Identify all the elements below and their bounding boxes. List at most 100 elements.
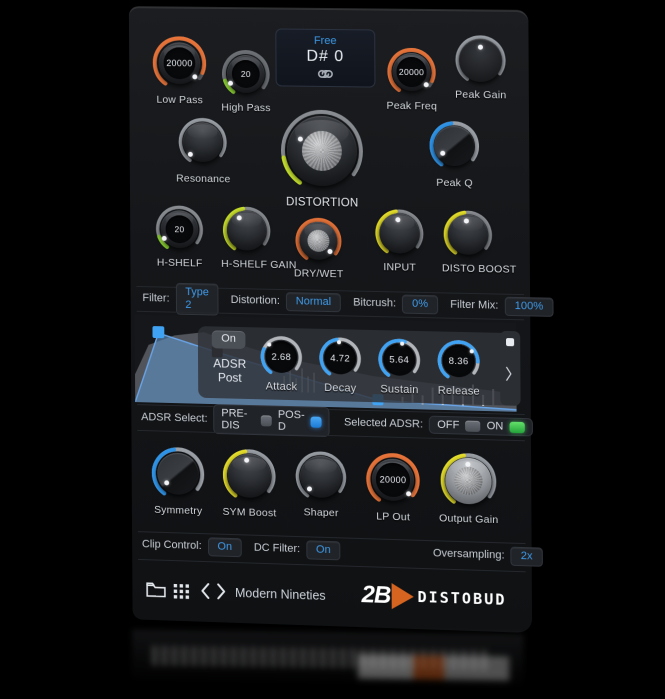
knob-sustain[interactable]: 5.64 Sustain (377, 337, 421, 396)
high-pass-label: High Pass (221, 101, 271, 115)
dc-filter-value[interactable]: On (305, 539, 341, 560)
chevron-right-icon[interactable]: 〉 (505, 363, 520, 385)
knob-release[interactable]: 8.36 Release (436, 338, 481, 398)
symmetry-pointer (164, 480, 170, 486)
filter-label: Filter: (142, 292, 170, 305)
adsr-strip-indicator (505, 338, 515, 347)
knob-decay[interactable]: 4.72 Decay (318, 336, 362, 395)
reflection-logo-blur (357, 654, 510, 681)
knob-peak-gain[interactable]: Peak Gain (453, 32, 509, 101)
knob-peak-freq[interactable]: 20000 Peak Freq (385, 46, 438, 113)
brand-2b-text: 2B (361, 581, 391, 610)
brand-triangle-icon (391, 583, 414, 610)
resonance-label: Resonance (176, 172, 231, 186)
note-display[interactable]: Free D# 0 (275, 28, 376, 88)
adsr-select-row: ADSR Select: PRE-DIS POS-D Selected ADSR… (141, 404, 533, 438)
knob-dry-wet[interactable]: DRY/WET (293, 215, 343, 280)
plugin-reflection (132, 629, 524, 698)
adsr-pos-d-toggle[interactable] (310, 416, 323, 428)
selected-adsr-group[interactable]: OFF ON (429, 415, 533, 437)
sym-boost-label: SYM Boost (222, 505, 277, 520)
selected-adsr-off-toggle[interactable] (465, 420, 481, 432)
knob-attack[interactable]: 2.68 Attack (259, 334, 303, 393)
selected-adsr-on-toggle[interactable] (509, 421, 525, 433)
dry-wet-pointer (327, 248, 333, 255)
knob-output-gain[interactable]: Output Gain (438, 450, 499, 526)
decay-pointer (337, 340, 342, 345)
bitcrush-value[interactable]: 0% (401, 294, 439, 314)
sustain-value: 5.64 (383, 343, 416, 377)
bitcrush-label: Bitcrush: (353, 296, 397, 310)
shaper-pointer (306, 486, 312, 492)
low-pass-label: Low Pass (156, 93, 203, 107)
brand-logo: 2B DISTOBUD (361, 581, 507, 614)
sustain-label: Sustain (380, 383, 419, 397)
adsr-pre-dis-toggle[interactable] (260, 414, 272, 427)
decay-value: 4.72 (324, 341, 357, 375)
folder-icon[interactable] (146, 581, 166, 604)
adsr-title-line2: Post (217, 370, 242, 385)
link-icon[interactable] (277, 66, 375, 86)
footer-bar: Modern Nineties 2B DISTOBUD (132, 573, 532, 626)
filter-mix-label: Filter Mix: (450, 298, 499, 312)
clip-control-value[interactable]: On (207, 536, 243, 557)
oversampling-value[interactable]: 2x (510, 546, 543, 567)
chevron-right-icon-next[interactable] (215, 582, 227, 605)
output-gain-pointer (465, 461, 471, 467)
knob-peak-q[interactable]: Peak Q (427, 118, 482, 189)
input-pointer (395, 217, 401, 223)
low-pass-pointer (192, 74, 198, 80)
preset-name[interactable]: Modern Nineties (235, 586, 326, 603)
high-pass-pointer (227, 80, 233, 86)
symmetry-label: Symmetry (154, 503, 203, 518)
sym-boost-pointer (244, 457, 250, 463)
clip-control-label: Clip Control: (141, 538, 202, 553)
adsr-expand-strip[interactable]: 〉 (499, 330, 521, 406)
sustain-pointer (400, 341, 405, 346)
decay-label: Decay (324, 381, 357, 395)
peak-freq-label: Peak Freq (386, 99, 438, 113)
adsr-on-toggle[interactable]: On (211, 330, 246, 350)
distortion-label: DISTORTION (286, 196, 359, 210)
oversampling-label: Oversampling: (432, 547, 505, 562)
knob-lp-out[interactable]: 20000 LP Out (364, 450, 423, 523)
adsr-pos-d-label: POS-D (277, 408, 305, 433)
h-shelf-gain-label: H-SHELF GAIN (221, 257, 297, 272)
knob-distortion[interactable]: DISTORTION (278, 106, 366, 210)
h-shelf-value: 20 (165, 215, 194, 244)
brand-product-text: DISTOBUD (417, 587, 507, 609)
knob-low-pass[interactable]: 20000 Low Pass (151, 34, 209, 106)
distortion-mode-value[interactable]: Normal (285, 291, 342, 312)
knob-symmetry[interactable]: Symmetry (149, 444, 207, 517)
knob-high-pass[interactable]: 20 High Pass (220, 48, 272, 114)
knob-h-shelf[interactable]: 20 H-SHELF (154, 203, 206, 269)
plugin-window: 20000 Low Pass 20 High Pass Free D# 0 20… (128, 6, 554, 633)
peak-freq-pointer (423, 82, 429, 88)
resonance-pointer (187, 151, 193, 157)
adsr-select-label: ADSR Select: (141, 411, 208, 425)
selected-adsr-off-label: OFF (437, 418, 460, 432)
knob-disto-boost[interactable]: DISTO BOOST (442, 208, 517, 276)
peak-freq-value: 20000 (396, 56, 427, 88)
knob-sym-boost[interactable]: SYM Boost (220, 446, 278, 519)
selected-adsr-on-label: ON (486, 420, 504, 433)
low-pass-value: 20000 (163, 47, 196, 80)
attack-pointer (267, 342, 272, 347)
adsr-title-line1: ADSR (213, 356, 247, 372)
h-shelf-pointer (161, 235, 167, 241)
filter-mix-value[interactable]: 100% (504, 296, 554, 317)
peak-gain-pointer (477, 44, 483, 50)
release-label: Release (437, 384, 480, 398)
filter-value[interactable]: Type 2 (175, 282, 219, 316)
grid-icon[interactable] (173, 583, 191, 604)
peak-q-label: Peak Q (436, 176, 473, 190)
peak-q-pointer (440, 150, 446, 156)
selected-adsr-label: Selected ADSR: (343, 416, 424, 431)
chevron-left-icon[interactable] (199, 582, 211, 605)
knob-shaper[interactable]: Shaper (293, 448, 349, 519)
high-pass-value: 20 (231, 59, 260, 89)
adsr-pre-dis-label: PRE-DIS (221, 407, 248, 432)
knob-h-shelf-gain[interactable]: H-SHELF GAIN (221, 204, 297, 271)
knob-input[interactable]: INPUT (373, 207, 426, 274)
knob-resonance[interactable]: Resonance (176, 115, 231, 185)
